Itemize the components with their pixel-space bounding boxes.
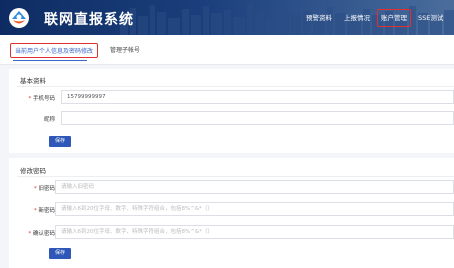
- nav-item-warning-data[interactable]: 预警资料: [306, 11, 332, 25]
- old-password-label: * 旧密码: [33, 186, 55, 192]
- nav-item-report-status[interactable]: 上报情况: [344, 11, 370, 25]
- new-password-label: * 新密码: [33, 208, 55, 214]
- nav-item-sse-test[interactable]: SSE测试: [418, 11, 443, 25]
- phone-field[interactable]: 15799999997: [61, 90, 454, 104]
- tab-bar: 当前用户个人信息及密码修改 管理子帐号: [0, 35, 454, 65]
- new-password-field[interactable]: 请输入6到20位字母、数字、特殊字符组合，包括8%^&*（）: [55, 202, 454, 216]
- divider: [17, 86, 454, 87]
- basic-info-title: 基本资料: [20, 77, 46, 85]
- phone-label: * 手机号码: [28, 96, 55, 102]
- nav-item-account-management[interactable]: 账户管理: [377, 9, 411, 27]
- basic-info-card: 基本资料 * 手机号码 15799999997 昵称 保存: [9, 69, 454, 153]
- nickname-label: 昵称: [43, 117, 55, 123]
- tab-sub-accounts[interactable]: 管理子帐号: [110, 45, 140, 54]
- confirm-password-field[interactable]: 请输入6到20位字母、数字、特殊字符组合，包括8%^&*（）: [55, 225, 454, 239]
- change-password-card: 修改密码 * 旧密码 请输入旧密码 * 新密码 请输入6到20位字母、数字、特殊…: [9, 158, 454, 268]
- app-header: 联网直报系统 预警资料 上报情况 账户管理 SSE测试: [0, 0, 454, 35]
- old-password-field[interactable]: 请输入旧密码: [55, 180, 454, 194]
- app-title: 联网直报系统: [44, 12, 134, 28]
- confirm-password-label: * 确认密码: [28, 231, 55, 237]
- app-logo-icon: [9, 8, 29, 28]
- save-basic-info-button[interactable]: 保存: [49, 136, 71, 147]
- divider: [17, 176, 454, 177]
- nickname-field[interactable]: [61, 111, 454, 125]
- save-password-button[interactable]: 保存: [49, 248, 71, 259]
- active-tab-indicator: [13, 60, 87, 61]
- change-password-title: 修改密码: [20, 167, 46, 175]
- tab-personal-info[interactable]: 当前用户个人信息及密码修改: [10, 43, 99, 58]
